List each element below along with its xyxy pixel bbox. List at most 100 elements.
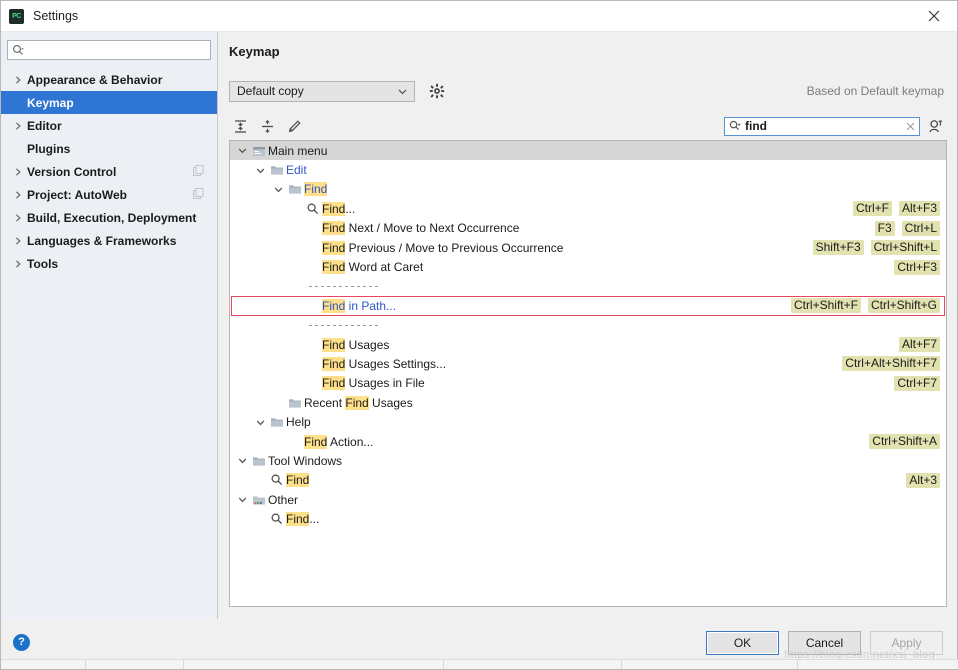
keymap-select[interactable]: Default copy	[229, 81, 415, 102]
tree-row[interactable]: Main menu	[230, 141, 946, 160]
keymap-search-box[interactable]	[724, 117, 920, 136]
chevron-right-icon[interactable]	[11, 213, 25, 223]
tree-row[interactable]: Find Usages in File Ctrl+F7	[230, 374, 946, 393]
folder-icon	[268, 163, 285, 177]
sidebar-item-appearance-behavior[interactable]: Appearance & Behavior	[1, 68, 217, 91]
sidebar-item-label: Tools	[25, 257, 58, 271]
tree-row[interactable]: Find Previous / Move to Previous Occurre…	[230, 238, 946, 257]
chevron-down-icon[interactable]	[271, 184, 286, 195]
keymap-tree[interactable]: Main menuEditFindFind...Ctrl+FAlt+F3Find…	[229, 140, 947, 607]
tree-row[interactable]: Help	[230, 412, 946, 431]
shortcut-list: Ctrl+Shift+FCtrl+Shift+G	[791, 296, 940, 315]
cancel-button[interactable]: Cancel	[788, 631, 861, 655]
tree-separator	[230, 277, 946, 296]
keymap-search-input[interactable]	[743, 118, 904, 134]
shortcut-list: Alt+3	[906, 471, 940, 490]
chevron-right-icon[interactable]	[11, 236, 25, 246]
folder-icon	[250, 454, 267, 468]
pycharm-icon-label: PC	[12, 13, 21, 20]
sidebar-item-languages-frameworks[interactable]: Languages & Frameworks	[1, 229, 217, 252]
tree-label-suffix: Other	[268, 493, 298, 507]
chevron-right-icon[interactable]	[11, 259, 25, 269]
tree-row[interactable]: Find Usages Settings...Ctrl+Alt+Shift+F7	[230, 354, 946, 373]
match-highlight: Find	[286, 473, 309, 487]
sidebar-search-input[interactable]	[27, 42, 206, 58]
title-bar: PC Settings	[1, 1, 957, 32]
tree-row[interactable]: Find	[230, 180, 946, 199]
shortcut-badge: Ctrl+F	[853, 201, 892, 216]
keymap-selector-row: Default copy	[229, 74, 947, 108]
chevron-down-icon[interactable]	[235, 455, 250, 466]
sidebar-item-keymap[interactable]: Keymap	[1, 91, 217, 114]
sidebar-item-label: Build, Execution, Deployment	[25, 211, 196, 225]
tree-row[interactable]: Find Alt+3	[230, 471, 946, 490]
chevron-down-icon[interactable]	[235, 494, 250, 505]
gear-icon[interactable]	[427, 81, 447, 101]
match-highlight: Find	[322, 338, 345, 352]
sidebar-item-label: Project: AutoWeb	[25, 188, 127, 202]
tree-row-label: Find Usages	[321, 338, 389, 352]
tree-row[interactable]: Find Next / Move to Next Occurrence F3 Ctr…	[230, 219, 946, 238]
pencil-icon[interactable]	[283, 115, 306, 137]
sidebar-search-box[interactable]	[7, 40, 211, 60]
sidebar-item-tools[interactable]: Tools	[1, 252, 217, 275]
expand-all-icon[interactable]	[229, 115, 252, 137]
tree-row[interactable]: Other	[230, 490, 946, 509]
chevron-down-icon[interactable]	[253, 417, 268, 428]
close-icon[interactable]	[911, 1, 957, 30]
tree-row-label: Find in Path...	[321, 299, 396, 313]
collapse-all-icon[interactable]	[256, 115, 279, 137]
shortcut-badge: Ctrl+Shift+L	[871, 240, 940, 255]
tree-row[interactable]: Find Action...Ctrl+Shift+A	[230, 432, 946, 451]
sidebar-item-editor[interactable]: Editor	[1, 114, 217, 137]
dialog-body: Appearance & BehaviorKeymap Editor Plugins…	[1, 32, 957, 619]
search-dropdown-icon[interactable]	[729, 120, 742, 133]
folder-icon	[268, 415, 285, 429]
sidebar-item-build-execution-deployment[interactable]: Build, Execution, Deployment	[1, 206, 217, 229]
chevron-right-icon[interactable]	[11, 167, 25, 177]
sidebar-item-label: Editor	[25, 119, 62, 133]
shortcut-list: Ctrl+F3	[894, 257, 940, 276]
tree-row[interactable]: Find in Path... Ctrl+Shift+FCtrl+Shift+G	[230, 296, 946, 315]
tree-label-suffix: Previous / Move to Previous Occurrence	[345, 241, 563, 255]
shortcut-badge: Ctrl+Shift+A	[869, 434, 940, 449]
tree-row[interactable]: Tool Windows	[230, 451, 946, 470]
tree-label-prefix: Recent	[304, 396, 345, 410]
chevron-down-icon[interactable]	[253, 165, 268, 176]
help-icon[interactable]: ?	[13, 634, 30, 651]
folder-icon	[286, 396, 303, 410]
match-highlight: Find	[322, 357, 345, 371]
tree-row[interactable]: Find...Ctrl+FAlt+F3	[230, 199, 946, 218]
tree-row[interactable]: Find...	[230, 509, 946, 528]
chevron-right-icon[interactable]	[11, 121, 25, 131]
sidebar-item-project-autoweb[interactable]: Project: AutoWeb	[1, 183, 217, 206]
shortcut-list: Ctrl+F7	[894, 374, 940, 393]
sidebar-item-version-control[interactable]: Version Control	[1, 160, 217, 183]
tree-row-label: Find	[303, 182, 327, 196]
tree-label-suffix: in Path...	[345, 299, 396, 313]
sidebar-item-label: Plugins	[25, 142, 70, 156]
chevron-right-icon[interactable]	[11, 190, 25, 200]
chevron-down-icon[interactable]	[235, 145, 250, 156]
shortcut-badge: Ctrl+L	[902, 221, 940, 236]
chevron-right-icon[interactable]	[11, 75, 25, 85]
shortcut-badge: Alt+F7	[899, 337, 940, 352]
tree-row[interactable]: Find Word at CaretCtrl+F3	[230, 257, 946, 276]
tree-row[interactable]: Recent Find Usages	[230, 393, 946, 412]
settings-window: PC Settings Ap	[0, 0, 958, 670]
search-icon	[12, 44, 25, 57]
tree-row-label: Find Usages in File	[321, 376, 425, 390]
tree-row[interactable]: Find Usages Alt+F7	[230, 335, 946, 354]
chevron-down-icon	[397, 86, 410, 97]
tree-row[interactable]: Edit	[230, 160, 946, 179]
shortcut-badge: F3	[875, 221, 895, 236]
tree-row-label: Help	[285, 415, 311, 429]
shortcut-badge: Ctrl+Shift+G	[868, 298, 940, 313]
find-by-shortcut-icon[interactable]	[923, 115, 947, 137]
shortcut-list: Ctrl+Shift+A	[869, 432, 940, 451]
sidebar-item-plugins[interactable]: Plugins	[1, 137, 217, 160]
clear-icon[interactable]	[904, 122, 916, 131]
match-highlight: Find	[345, 396, 368, 410]
ok-button[interactable]: OK	[706, 631, 779, 655]
tree-row-label: Find Next / Move to Next Occurrence	[321, 221, 519, 235]
